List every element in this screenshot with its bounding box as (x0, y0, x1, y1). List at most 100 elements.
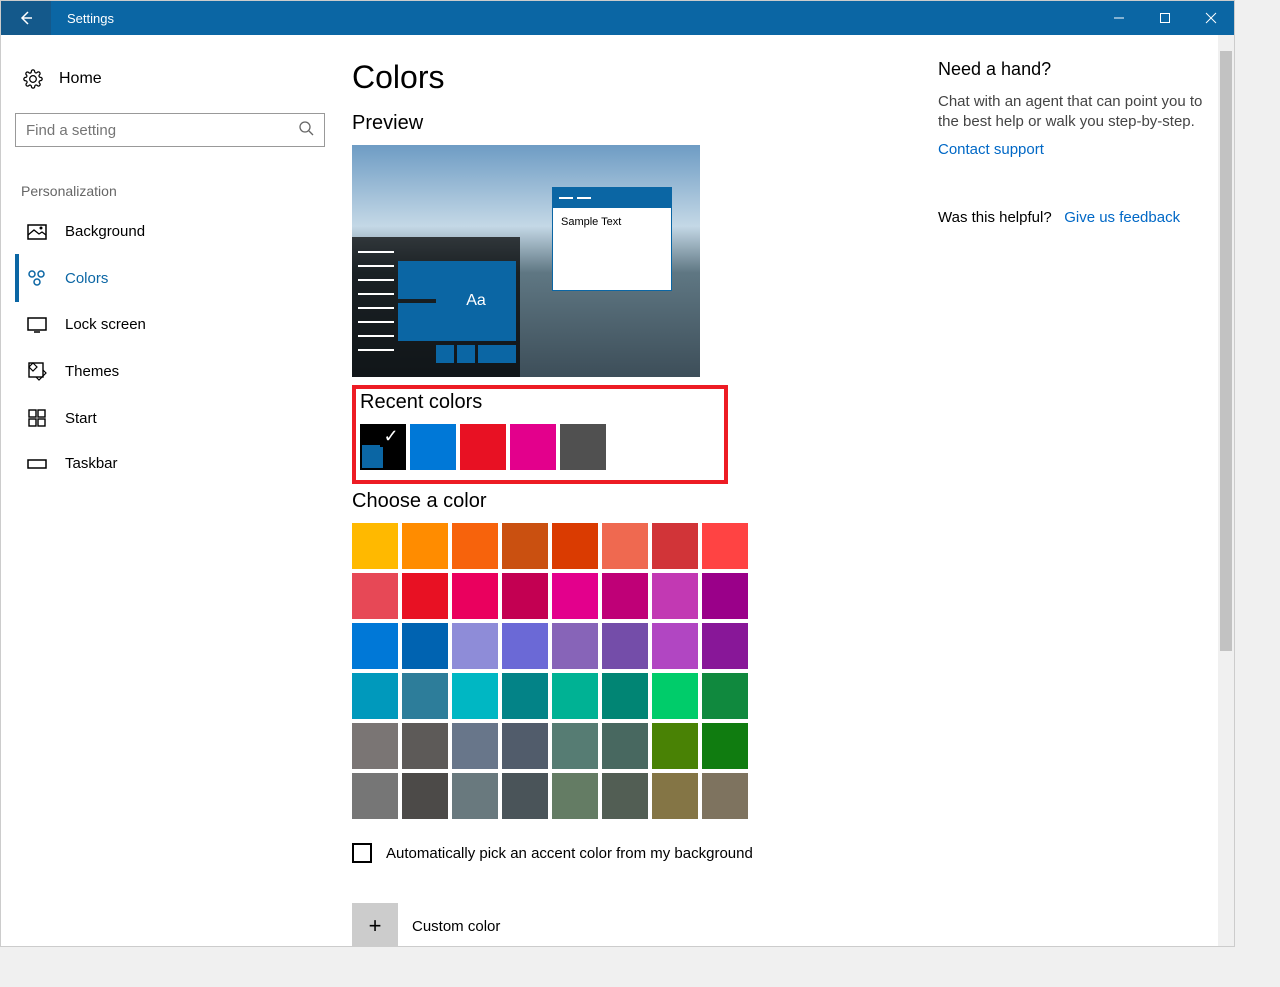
color-swatch[interactable] (452, 573, 498, 619)
color-swatch[interactable] (652, 523, 698, 569)
preview-start-menu: Aa (352, 237, 520, 377)
color-swatch[interactable] (702, 523, 748, 569)
sidebar-item-colors[interactable]: Colors (15, 254, 336, 302)
color-swatch[interactable] (552, 673, 598, 719)
sidebar-item-taskbar[interactable]: Taskbar (15, 441, 336, 486)
main-content: Colors Preview Aa Sample Text (336, 35, 938, 946)
minimize-icon (1113, 12, 1125, 24)
color-swatch[interactable] (352, 773, 398, 819)
preview-image: Aa Sample Text (352, 145, 700, 377)
nav-icon (27, 317, 47, 333)
nav-icon (27, 361, 47, 381)
color-swatch[interactable] (552, 773, 598, 819)
color-swatch[interactable] (502, 723, 548, 769)
color-swatch[interactable] (452, 623, 498, 669)
nav-icon (27, 268, 47, 288)
color-swatch[interactable] (602, 523, 648, 569)
sidebar-item-label: Background (65, 223, 145, 240)
color-swatch[interactable] (602, 623, 648, 669)
color-swatch[interactable] (402, 773, 448, 819)
color-swatch[interactable] (552, 573, 598, 619)
recent-colors-highlight: Recent colors (352, 385, 728, 484)
color-swatch[interactable] (702, 773, 748, 819)
sidebar-item-start[interactable]: Start (15, 395, 336, 441)
contact-support-link[interactable]: Contact support (938, 141, 1044, 158)
custom-color-row: + Custom color (352, 903, 938, 946)
color-swatch[interactable] (652, 773, 698, 819)
recent-color-swatch[interactable] (510, 424, 556, 470)
color-swatch[interactable] (502, 573, 548, 619)
scrollbar-thumb[interactable] (1220, 51, 1232, 651)
color-swatch[interactable] (452, 723, 498, 769)
maximize-icon (1159, 12, 1171, 24)
minimize-button[interactable] (1096, 1, 1142, 35)
color-swatch[interactable] (402, 623, 448, 669)
sidebar-item-background[interactable]: Background (15, 209, 336, 254)
close-button[interactable] (1188, 1, 1234, 35)
color-swatch[interactable] (352, 673, 398, 719)
color-swatch[interactable] (552, 723, 598, 769)
auto-pick-checkbox[interactable] (352, 843, 372, 863)
color-swatch[interactable] (402, 673, 448, 719)
color-swatch[interactable] (652, 673, 698, 719)
color-swatch[interactable] (702, 673, 748, 719)
color-swatch[interactable] (652, 623, 698, 669)
color-swatch[interactable] (702, 623, 748, 669)
search-box[interactable] (15, 113, 325, 147)
color-swatch[interactable] (652, 723, 698, 769)
home-label: Home (59, 70, 102, 88)
color-swatch[interactable] (602, 673, 648, 719)
preview-tile-tiny (478, 345, 516, 363)
scrollbar[interactable] (1218, 35, 1234, 946)
preview-tile-tiny (436, 345, 454, 363)
preview-sample-text: Sample Text (553, 208, 671, 236)
preview-heading: Preview (352, 112, 938, 135)
sidebar-item-themes[interactable]: Themes (15, 347, 336, 395)
recent-color-swatch[interactable] (410, 424, 456, 470)
color-swatch[interactable] (452, 523, 498, 569)
color-swatch[interactable] (602, 723, 648, 769)
maximize-button[interactable] (1142, 1, 1188, 35)
color-swatch[interactable] (352, 623, 398, 669)
color-swatch[interactable] (602, 773, 648, 819)
custom-color-button[interactable]: + (352, 903, 398, 946)
title-bar: Settings (1, 1, 1234, 35)
help-chat-text: Chat with an agent that can point you to… (938, 92, 1210, 133)
home-nav[interactable]: Home (15, 59, 336, 99)
preview-tile-small (398, 261, 436, 299)
color-swatch[interactable] (602, 573, 648, 619)
search-input[interactable] (26, 122, 298, 139)
color-swatch[interactable] (402, 723, 448, 769)
sidebar-item-label: Start (65, 410, 97, 427)
sidebar-item-lock-screen[interactable]: Lock screen (15, 302, 336, 347)
color-swatch[interactable] (352, 523, 398, 569)
sidebar-item-label: Colors (65, 270, 108, 287)
color-swatch[interactable] (352, 573, 398, 619)
page-title: Colors (352, 59, 938, 96)
recent-color-swatch[interactable] (460, 424, 506, 470)
color-swatch[interactable] (552, 523, 598, 569)
color-swatch[interactable] (502, 673, 548, 719)
choose-color-heading: Choose a color (352, 490, 938, 513)
preview-tile-small (398, 303, 436, 341)
help-pane: Need a hand? Chat with an agent that can… (938, 35, 1234, 946)
color-swatch[interactable] (502, 523, 548, 569)
color-swatch[interactable] (502, 623, 548, 669)
color-swatch[interactable] (402, 523, 448, 569)
color-swatch[interactable] (352, 723, 398, 769)
color-swatch[interactable] (702, 723, 748, 769)
color-swatch[interactable] (502, 773, 548, 819)
color-swatch[interactable] (452, 673, 498, 719)
color-swatch[interactable] (402, 573, 448, 619)
color-swatch[interactable] (452, 773, 498, 819)
color-swatch[interactable] (552, 623, 598, 669)
nav-icon (27, 409, 47, 427)
recent-color-swatch[interactable] (360, 424, 406, 470)
color-swatch[interactable] (652, 573, 698, 619)
give-feedback-link[interactable]: Give us feedback (1064, 209, 1180, 226)
color-swatch[interactable] (702, 573, 748, 619)
recent-color-swatch[interactable] (560, 424, 606, 470)
close-icon (1205, 12, 1217, 24)
back-button[interactable] (1, 1, 51, 35)
nav-icon (27, 224, 47, 240)
